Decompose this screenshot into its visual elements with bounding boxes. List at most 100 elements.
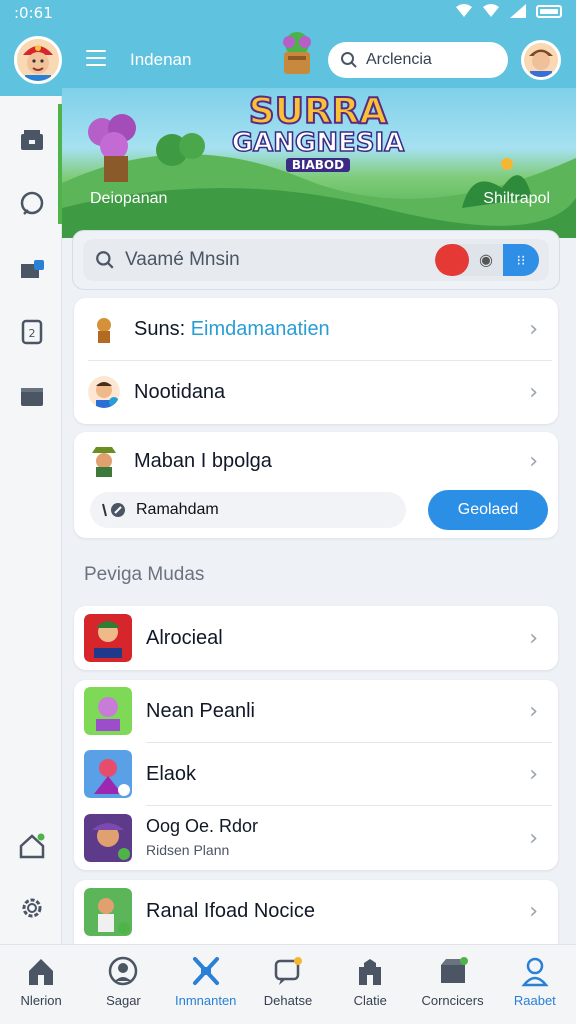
game-row[interactable]: Elaok ›	[74, 743, 558, 805]
svg-text:2: 2	[29, 327, 36, 340]
game-title: Ranal Ifoad Nocice	[146, 899, 315, 922]
nav-tab-avatar[interactable]: Sagar	[82, 945, 164, 1024]
game-thumbnail-icon	[84, 888, 132, 936]
nav-tab-battle[interactable]: Inmnanten	[165, 945, 247, 1024]
chevron-right-icon: ›	[529, 625, 538, 651]
game-thumbnail-icon	[84, 687, 132, 735]
nav-label: Sagar	[106, 993, 141, 1008]
grid-view-icon[interactable]: ⁝⁝	[503, 244, 539, 276]
status-bar: :0:61	[0, 0, 576, 26]
character-icon	[88, 445, 120, 477]
list-item-label: Suns: Eimdamanatien	[134, 318, 330, 341]
store-icon[interactable]	[18, 126, 46, 154]
hero-banner[interactable]: SURRA GANGNESIA BIABOD Deiopanan Shiltra…	[62, 88, 576, 238]
list-item-label: Nootidana	[134, 380, 226, 403]
chevron-right-icon: ›	[529, 698, 538, 724]
search-icon	[341, 52, 357, 68]
list-item[interactable]: Suns: Eimdamanatien ›	[74, 298, 558, 360]
game-row[interactable]: Alrocieal ›	[74, 607, 558, 669]
refresh-icon	[102, 503, 125, 517]
character-icon	[88, 313, 120, 345]
game-card: Ranal Ifoad Nocice ›	[74, 880, 558, 944]
search-placeholder: Vaamé Mnsin	[125, 249, 240, 270]
hero-left-caption: Deiopanan	[90, 190, 168, 207]
home-add-icon[interactable]	[18, 832, 46, 860]
character-avatar-icon	[17, 39, 59, 81]
header-search-placeholder: Arclencia	[366, 51, 432, 68]
chevron-right-icon: ›	[529, 448, 538, 474]
game-list-card: Nean Peanli › Elaok › Oog Oe. Rdor Ridse…	[74, 680, 558, 870]
feature-row[interactable]: Maban I bpolga ›	[74, 432, 558, 490]
feature-card: Maban I bpolga › Ramahdam Geolaed	[74, 432, 558, 538]
profile-avatar[interactable]	[521, 40, 561, 80]
side-rail: 2	[0, 96, 62, 944]
gift-box-icon[interactable]	[18, 254, 46, 282]
chat-icon[interactable]	[18, 190, 46, 218]
game-row[interactable]: Oog Oe. Rdor Ridsen Plann ›	[74, 806, 558, 870]
menu-button[interactable]	[86, 50, 106, 66]
user-avatar[interactable]	[14, 36, 62, 84]
header-search-input[interactable]: Arclencia	[328, 42, 508, 78]
nav-tab-profile[interactable]: Raabet	[494, 945, 576, 1024]
chevron-right-icon: ›	[529, 379, 538, 405]
download-button[interactable]: Geolaed	[428, 490, 548, 530]
nav-label: Dehatse	[263, 993, 313, 1008]
document-icon[interactable]: 2	[18, 318, 46, 346]
nav-label: Clatie	[353, 993, 387, 1008]
view-mode-toggle[interactable]: ◉ ⁝⁝	[435, 244, 539, 276]
game-card: Alrocieal ›	[74, 606, 558, 670]
nav-tab-chests[interactable]: Corncicers	[411, 945, 493, 1024]
avatar-icon	[109, 956, 138, 986]
section-title: Peviga Mudas	[84, 564, 205, 585]
folder-icon[interactable]	[18, 382, 46, 410]
wifi-icon	[483, 4, 499, 17]
game-row[interactable]: Nean Peanli ›	[74, 680, 558, 742]
game-title: Elaok	[146, 762, 197, 785]
chevron-right-icon: ›	[529, 761, 538, 787]
rail-scroll-indicator	[58, 104, 62, 224]
status-time: :0:61	[14, 4, 53, 22]
chevron-right-icon: ›	[529, 825, 538, 851]
hero-title-line-1: SURRA	[248, 91, 388, 132]
game-title: Nean Peanli	[146, 699, 255, 722]
search-icon	[96, 251, 114, 269]
hero-title-line-2: GANGNESIA	[231, 128, 405, 158]
game-thumbnail-icon	[84, 814, 132, 862]
battery-icon	[536, 4, 562, 18]
status-icons	[456, 4, 562, 18]
nav-tab-castle[interactable]: Clatie	[329, 945, 411, 1024]
list-item-link[interactable]: Eimdamanatien	[191, 318, 330, 340]
search-panel: Vaamé Mnsin ◉ ⁝⁝	[72, 230, 560, 290]
signal-icon	[510, 4, 526, 18]
nav-label: Inmnanten	[174, 993, 237, 1008]
game-subtitle: Ridsen Plann	[146, 842, 230, 858]
status-pill[interactable]: Ramahdam	[90, 492, 406, 528]
header-title: Indenan	[130, 50, 192, 69]
list-item-prefix: Suns:	[134, 317, 186, 340]
qr-code-icon[interactable]	[435, 244, 469, 276]
nav-tab-chat[interactable]: Dehatse	[247, 945, 329, 1024]
game-title: Oog Oe. Rdor	[146, 816, 259, 836]
game-thumbnail-icon	[84, 750, 132, 798]
game-row[interactable]: Ranal Ifoad Nocice ›	[74, 880, 558, 942]
game-thumbnail-icon	[84, 614, 132, 662]
nav-label: Raabet	[513, 993, 556, 1008]
camera-icon[interactable]: ◉	[469, 244, 503, 276]
list-item[interactable]: Nootidana ›	[74, 361, 558, 423]
chevron-right-icon: ›	[529, 898, 538, 924]
home-icon	[29, 959, 54, 985]
status-pill-text: Ramahdam	[136, 501, 219, 518]
nav-label: Corncicers	[421, 993, 484, 1008]
nav-tab-home[interactable]: Nlerion	[0, 945, 82, 1024]
chevron-right-icon: ›	[529, 316, 538, 342]
search-input[interactable]: Vaamé Mnsin ◉ ⁝⁝	[83, 239, 549, 281]
game-logo-icon	[283, 32, 311, 74]
hero-right-caption: Shiltrapol	[483, 190, 550, 207]
game-title: Alrocieal	[146, 626, 223, 649]
feature-label: Maban I bpolga	[134, 449, 272, 472]
player-avatar-icon	[88, 376, 120, 408]
tree-house-icon	[88, 114, 136, 182]
chat-bubble-icon	[274, 957, 302, 985]
chest-icon	[440, 957, 468, 983]
settings-gear-icon[interactable]	[18, 894, 46, 922]
